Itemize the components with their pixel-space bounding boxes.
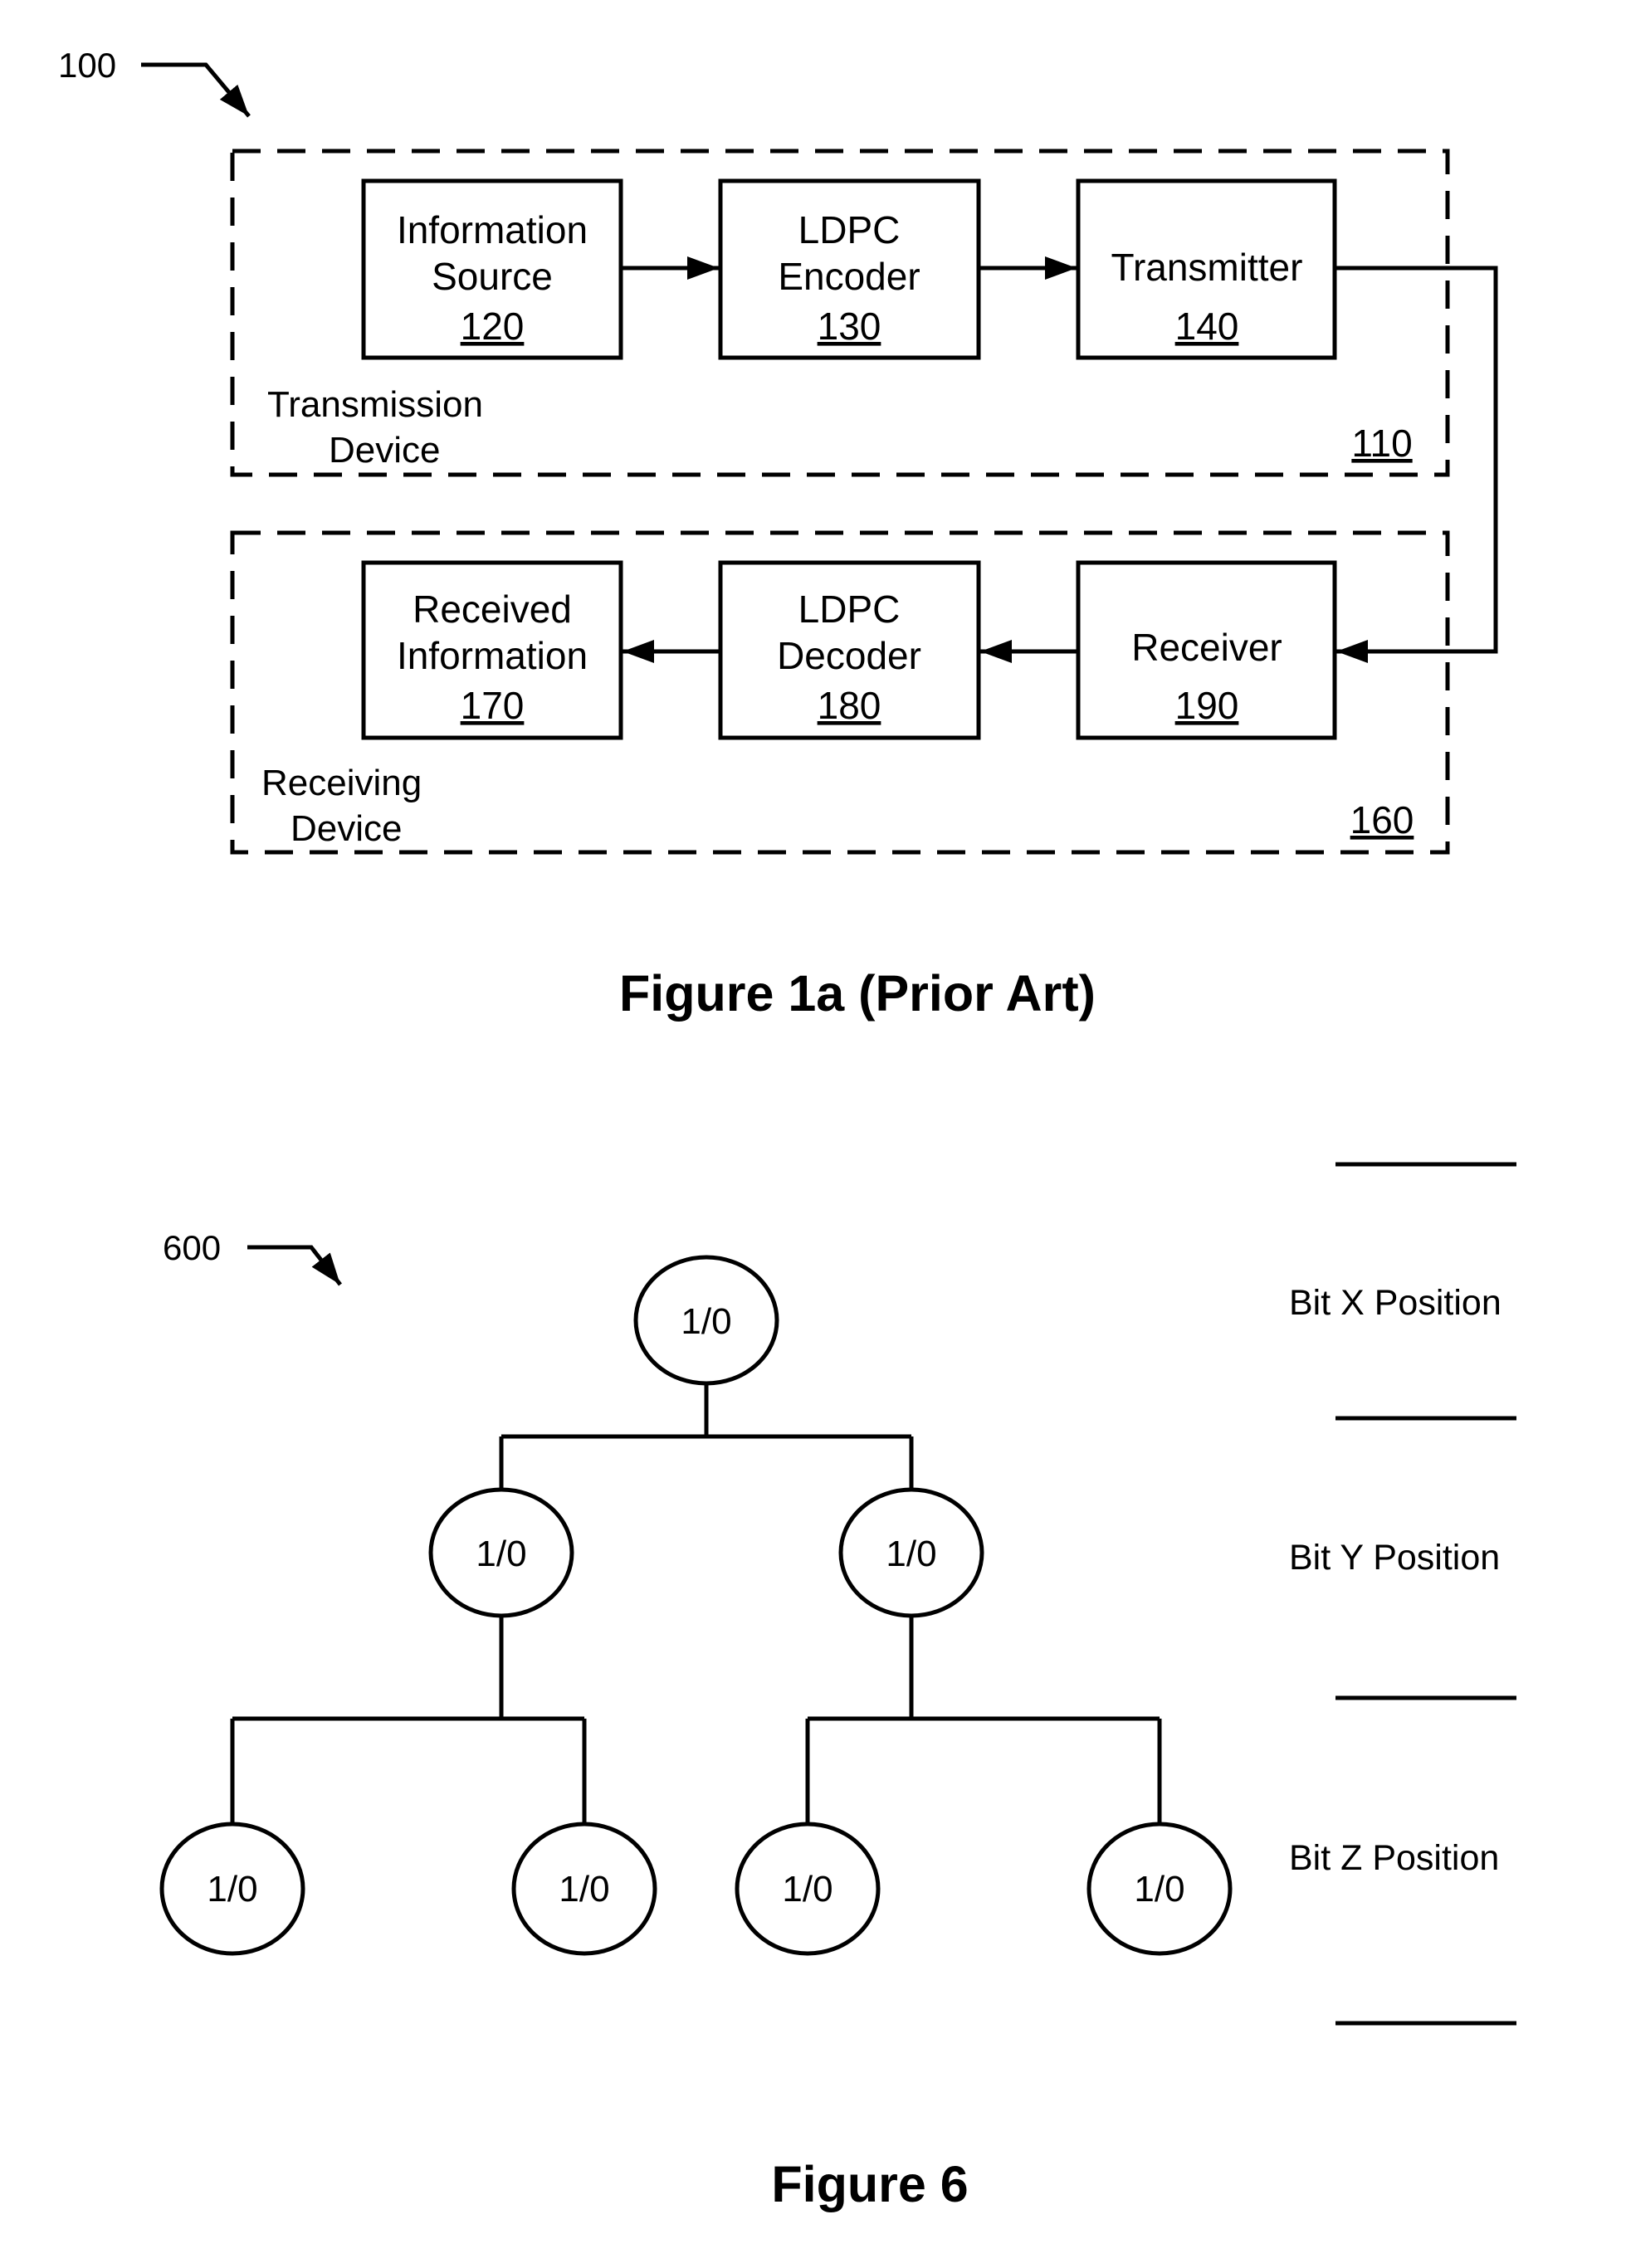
tree-node-level2-right: 1/0 xyxy=(838,1487,984,1618)
block-180-line1: LDPC xyxy=(798,588,901,631)
block-140-number: 140 xyxy=(1175,305,1239,348)
node-level2-right-value: 1/0 xyxy=(886,1534,936,1574)
node-level2-left-value: 1/0 xyxy=(476,1534,526,1574)
information-source-block: Information Source 120 xyxy=(361,178,623,360)
reference-arrow-600 xyxy=(247,1245,342,1286)
figure-6-reference-number: 600 xyxy=(163,1228,221,1267)
transmission-device-number: 110 xyxy=(1351,422,1412,465)
tree-node-level3-4: 1/0 xyxy=(1086,1822,1233,1956)
transmitter-block: Transmitter 140 xyxy=(1076,178,1337,360)
received-information-block: Received Information 170 xyxy=(361,560,623,740)
block-130-line1: LDPC xyxy=(798,208,901,251)
figure-6-caption: Figure 6 xyxy=(771,2156,968,2212)
block-120-line1: Information xyxy=(397,208,588,251)
receiving-device-label-line2: Device xyxy=(291,808,403,849)
block-180-line2: Decoder xyxy=(777,634,921,677)
patent-drawing-sheet: 100 Transmission Device 110 Information … xyxy=(58,46,1516,2212)
receiver-block: Receiver 190 xyxy=(1076,560,1337,740)
node-level3-4-value: 1/0 xyxy=(1134,1869,1184,1910)
bit-z-position-label: Bit Z Position xyxy=(1289,1838,1499,1878)
node-level3-2-value: 1/0 xyxy=(559,1869,609,1910)
tree-connectors xyxy=(230,1383,1162,1824)
transmission-device-label-line1: Transmission xyxy=(267,384,483,425)
block-170-number: 170 xyxy=(461,684,525,727)
node-root-value: 1/0 xyxy=(681,1301,731,1342)
transmission-device-label-line2: Device xyxy=(329,430,441,471)
tree-node-level3-3: 1/0 xyxy=(735,1822,881,1956)
tree-node-level2-left: 1/0 xyxy=(428,1487,574,1618)
block-190-line1: Receiver xyxy=(1131,626,1282,669)
figure-1a-caption: Figure 1a (Prior Art) xyxy=(619,965,1096,1022)
block-180-number: 180 xyxy=(818,684,881,727)
bit-x-position-label: Bit X Position xyxy=(1289,1283,1501,1323)
ldpc-decoder-block: LDPC Decoder 180 xyxy=(718,560,981,740)
tree-node-level3-1: 1/0 xyxy=(159,1822,305,1956)
block-120-number: 120 xyxy=(461,305,525,348)
figure-6: 600 1/0 1/0 1/0 1/0 1/0 1/0 1/0 Bit X Po… xyxy=(159,1162,1516,2212)
receiving-device-label-line1: Receiving xyxy=(261,763,422,803)
block-140-line1: Transmitter xyxy=(1111,246,1303,289)
block-170-line2: Information xyxy=(397,634,588,677)
node-level3-1-value: 1/0 xyxy=(207,1869,257,1910)
block-120-line2: Source xyxy=(432,255,553,298)
ldpc-encoder-block: LDPC Encoder 130 xyxy=(718,178,981,360)
tree-node-level3-2: 1/0 xyxy=(511,1822,657,1956)
block-130-number: 130 xyxy=(818,305,881,348)
block-130-line2: Encoder xyxy=(778,255,920,298)
receiving-device-number: 160 xyxy=(1350,798,1414,841)
bit-y-position-label: Bit Y Position xyxy=(1289,1538,1500,1578)
bit-position-legend: Bit X Position Bit Y Position Bit Z Posi… xyxy=(1289,1162,1516,2026)
node-level3-3-value: 1/0 xyxy=(782,1869,833,1910)
block-170-line1: Received xyxy=(413,588,572,631)
reference-arrow-100 xyxy=(141,62,251,118)
tree-node-root: 1/0 xyxy=(633,1255,779,1386)
figure-1a: 100 Transmission Device 110 Information … xyxy=(58,46,1498,1022)
block-190-number: 190 xyxy=(1175,684,1239,727)
figure-1a-reference-number: 100 xyxy=(58,46,116,85)
